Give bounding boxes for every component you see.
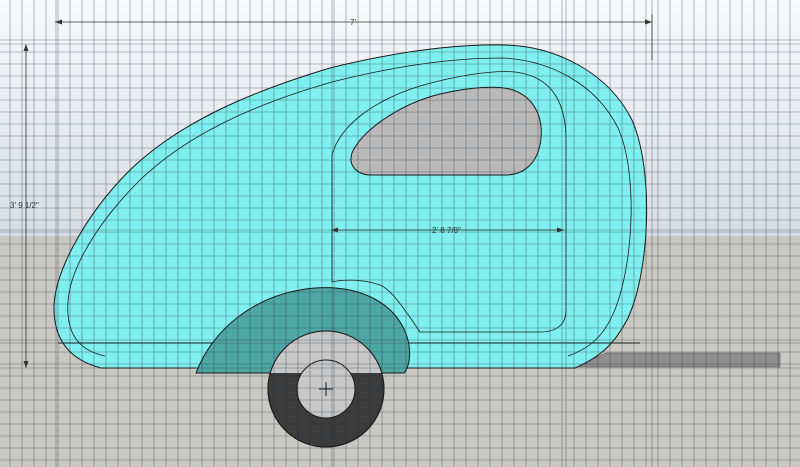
- model-canvas[interactable]: 7' 3' 9 1/2" 2' 8 7/8": [0, 0, 800, 467]
- drawing-viewport[interactable]: 7' 3' 9 1/2" 2' 8 7/8": [0, 0, 800, 467]
- dimension-overall-length-label: 7': [350, 18, 356, 27]
- dimension-door-width-label: 2' 8 7/8": [432, 226, 461, 235]
- wheel[interactable]: [267, 330, 385, 448]
- trailer-tongue[interactable]: [574, 352, 781, 368]
- dimension-overall-height-label: 3' 9 1/2": [10, 201, 39, 210]
